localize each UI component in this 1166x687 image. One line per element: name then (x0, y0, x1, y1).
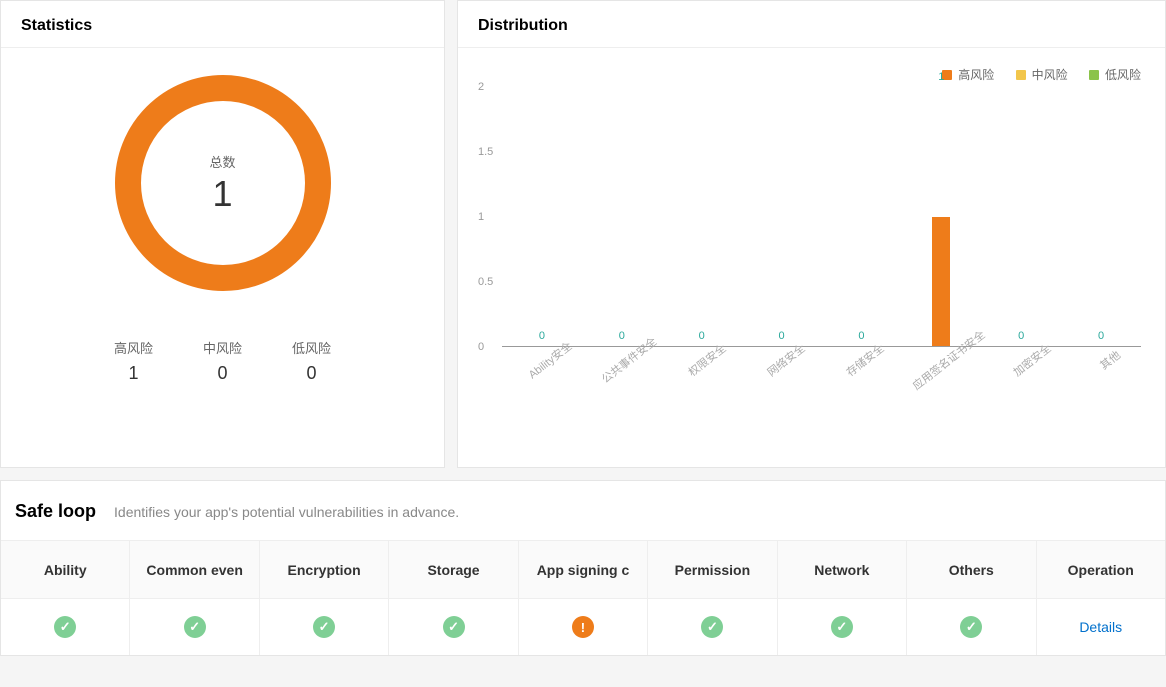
safe-col: Ability ✓ (1, 541, 130, 655)
safe-col-status: ! (519, 599, 647, 655)
bar-col-7: 0 (1061, 87, 1141, 346)
risk-low-label: 低风险 (292, 338, 331, 357)
legend-mid: 中风险 (1016, 66, 1068, 83)
y-tick-1: 1 (478, 211, 484, 223)
safe-col: App signing c! (519, 541, 648, 655)
y-tick-0-5: 0.5 (478, 276, 493, 288)
safe-col: Others ✓ (907, 541, 1036, 655)
safe-col-status: ✓ (648, 599, 776, 655)
safe-col-operation: Operation Details (1037, 541, 1165, 655)
safe-col: Encryption ✓ (260, 541, 389, 655)
safe-col-status: ✓ (260, 599, 388, 655)
safe-col: Storage ✓ (389, 541, 518, 655)
bar-value-label: 0 (539, 330, 545, 342)
safe-loop-panel: Safe loop Identifies your app's potentia… (0, 480, 1166, 656)
check-icon: ✓ (443, 616, 465, 638)
distribution-panel: Distribution 高风险 中风险 低风险 (457, 0, 1166, 468)
legend-swatch-mid-icon (1016, 70, 1026, 80)
legend-low-label: 低风险 (1105, 66, 1141, 83)
check-icon: ✓ (831, 616, 853, 638)
distribution-bar-chart: 0 0.5 1 1.5 2 00000100 Ability安全公共事件安全权限… (502, 87, 1141, 387)
legend-mid-label: 中风险 (1032, 66, 1068, 83)
legend-high-label: 高风险 (958, 66, 994, 83)
details-link[interactable]: Details (1079, 619, 1122, 635)
statistics-panel: Statistics 总数 1 高风险 1 (0, 0, 445, 468)
check-icon: ✓ (184, 616, 206, 638)
bar-col-1: 0 (582, 87, 662, 346)
total-label: 总数 (209, 152, 235, 171)
safe-col-header: Encryption (260, 541, 388, 599)
risk-low-value: 0 (292, 363, 331, 384)
safe-col-header: Common even (130, 541, 258, 599)
bar-col-3: 0 (742, 87, 822, 346)
distribution-legend: 高风险 中风险 低风险 (478, 58, 1145, 87)
check-icon: ✓ (313, 616, 335, 638)
safe-loop-title: Safe loop (15, 501, 96, 522)
y-tick-2: 2 (478, 81, 484, 93)
safe-col-status: ✓ (778, 599, 906, 655)
risk-mid-label: 中风险 (203, 338, 242, 357)
safe-col: Permission ✓ (648, 541, 777, 655)
operation-header: Operation (1037, 541, 1165, 599)
safe-col-header: Others (907, 541, 1035, 599)
bar-value-label: 0 (1018, 330, 1024, 342)
bar-col-5: 1 (901, 87, 981, 346)
safe-col-status: ✓ (1, 599, 129, 655)
safe-col-status: ✓ (389, 599, 517, 655)
total-value: 1 (212, 173, 232, 215)
y-tick-0: 0 (478, 341, 484, 353)
bar-value-label: 0 (699, 330, 705, 342)
safe-loop-subtitle: Identifies your app's potential vulnerab… (114, 504, 459, 520)
safe-col: Common even ✓ (130, 541, 259, 655)
bar-value-label: 1 (938, 71, 944, 83)
check-icon: ✓ (701, 616, 723, 638)
check-icon: ✓ (960, 616, 982, 638)
bar-col-2: 0 (662, 87, 742, 346)
bar-value-label: 0 (619, 330, 625, 342)
safe-col-header: App signing c (519, 541, 647, 599)
risk-high-label: 高风险 (114, 338, 153, 357)
bar-col-6: 0 (981, 87, 1061, 346)
safe-col-header: Permission (648, 541, 776, 599)
risk-high-value: 1 (114, 363, 153, 384)
safe-col-status: ✓ (907, 599, 1035, 655)
distribution-title: Distribution (458, 1, 1165, 48)
bar (932, 217, 950, 347)
bar-col-4: 0 (822, 87, 902, 346)
operation-cell: Details (1037, 599, 1165, 655)
warning-icon: ! (572, 616, 594, 638)
safe-col-header: Storage (389, 541, 517, 599)
check-icon: ✓ (54, 616, 76, 638)
legend-swatch-low-icon (1089, 70, 1099, 80)
legend-high: 高风险 (942, 66, 994, 83)
legend-low: 低风险 (1089, 66, 1141, 83)
risk-mid-value: 0 (203, 363, 242, 384)
safe-col: Network ✓ (778, 541, 907, 655)
bar-value-label: 0 (858, 330, 864, 342)
bar-value-label: 0 (779, 330, 785, 342)
bar-value-label: 0 (1098, 330, 1104, 342)
y-tick-1-5: 1.5 (478, 146, 493, 158)
safe-col-status: ✓ (130, 599, 258, 655)
safe-col-header: Ability (1, 541, 129, 599)
bar-col-0: 0 (502, 87, 582, 346)
risk-breakdown: 高风险 1 中风险 0 低风险 0 (114, 338, 331, 384)
statistics-donut-chart: 总数 1 (108, 68, 338, 298)
safe-col-header: Network (778, 541, 906, 599)
statistics-title: Statistics (1, 1, 444, 48)
